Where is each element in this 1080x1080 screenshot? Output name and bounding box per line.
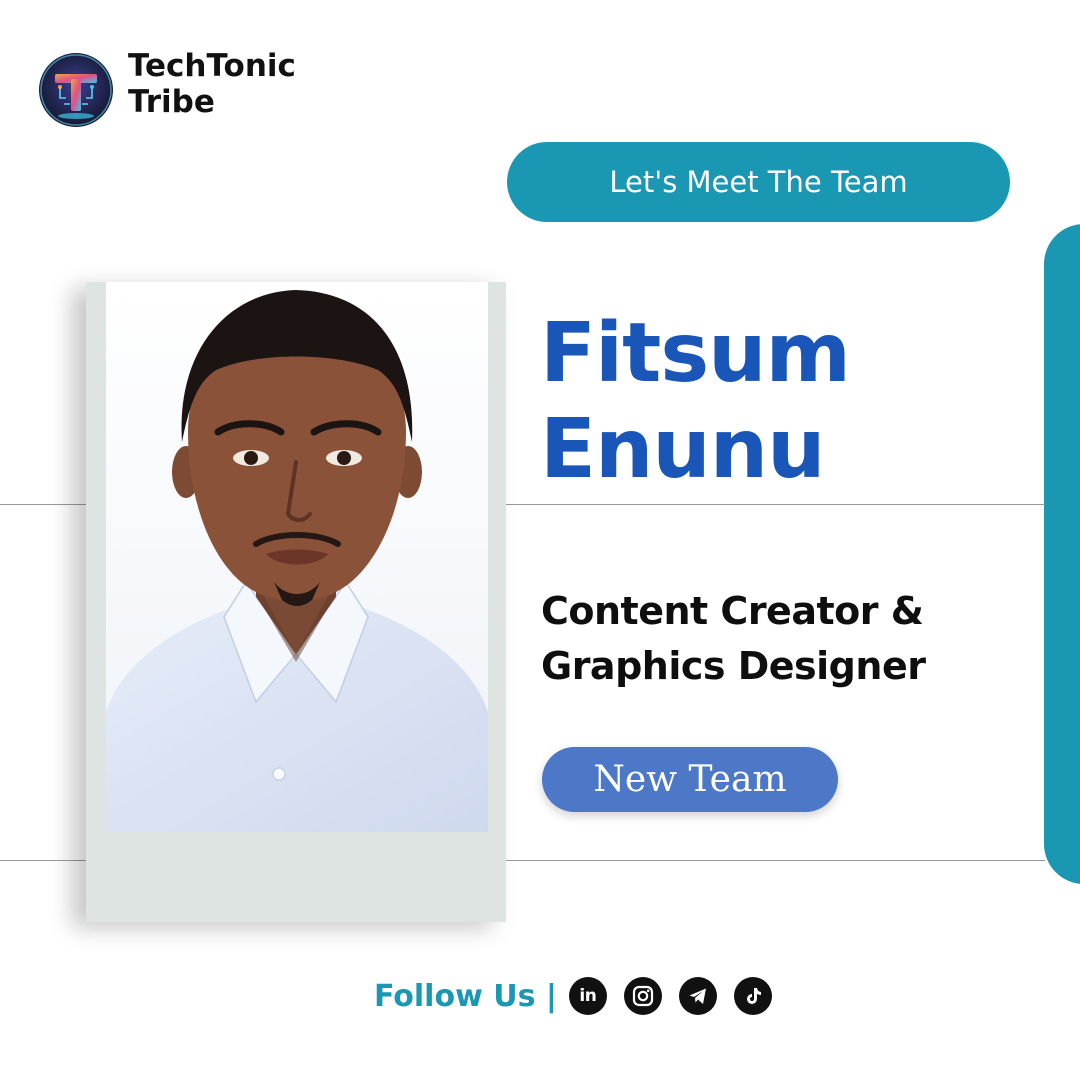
divider-line-left-top [0,504,88,505]
member-role-line1: Content Creator & [541,589,924,633]
follow-us-bar: Follow Us | in [374,974,772,1018]
follow-us-label: Follow Us | [374,978,557,1014]
linkedin-icon-text: in [579,986,597,1006]
tiktok-icon[interactable] [733,977,772,1015]
instagram-icon[interactable] [623,977,662,1015]
telegram-icon[interactable] [678,977,717,1015]
divider-line-right-top [497,504,1045,505]
divider-line-left-bottom [0,860,88,861]
member-first-name: Fitsum [540,306,851,401]
techtonic-t-logo-icon [38,52,114,128]
decorative-side-bar [1044,224,1080,884]
member-role: Content Creator & Graphics Designer [541,584,926,694]
linkedin-icon[interactable]: in [568,977,607,1015]
divider-line-right-bottom [497,860,1045,861]
member-name: Fitsum Enunu [540,306,851,498]
member-role-line2: Graphics Designer [541,644,926,688]
brand-name-line1: TechTonic [128,48,296,84]
member-last-name: Enunu [540,402,826,497]
brand-name: TechTonic Tribe [128,48,296,120]
member-portrait-photo [106,282,488,832]
meet-the-team-banner: Let's Meet The Team [507,142,1010,222]
brand-name-line2: Tribe [128,84,215,120]
new-team-badge: New Team [542,747,838,812]
